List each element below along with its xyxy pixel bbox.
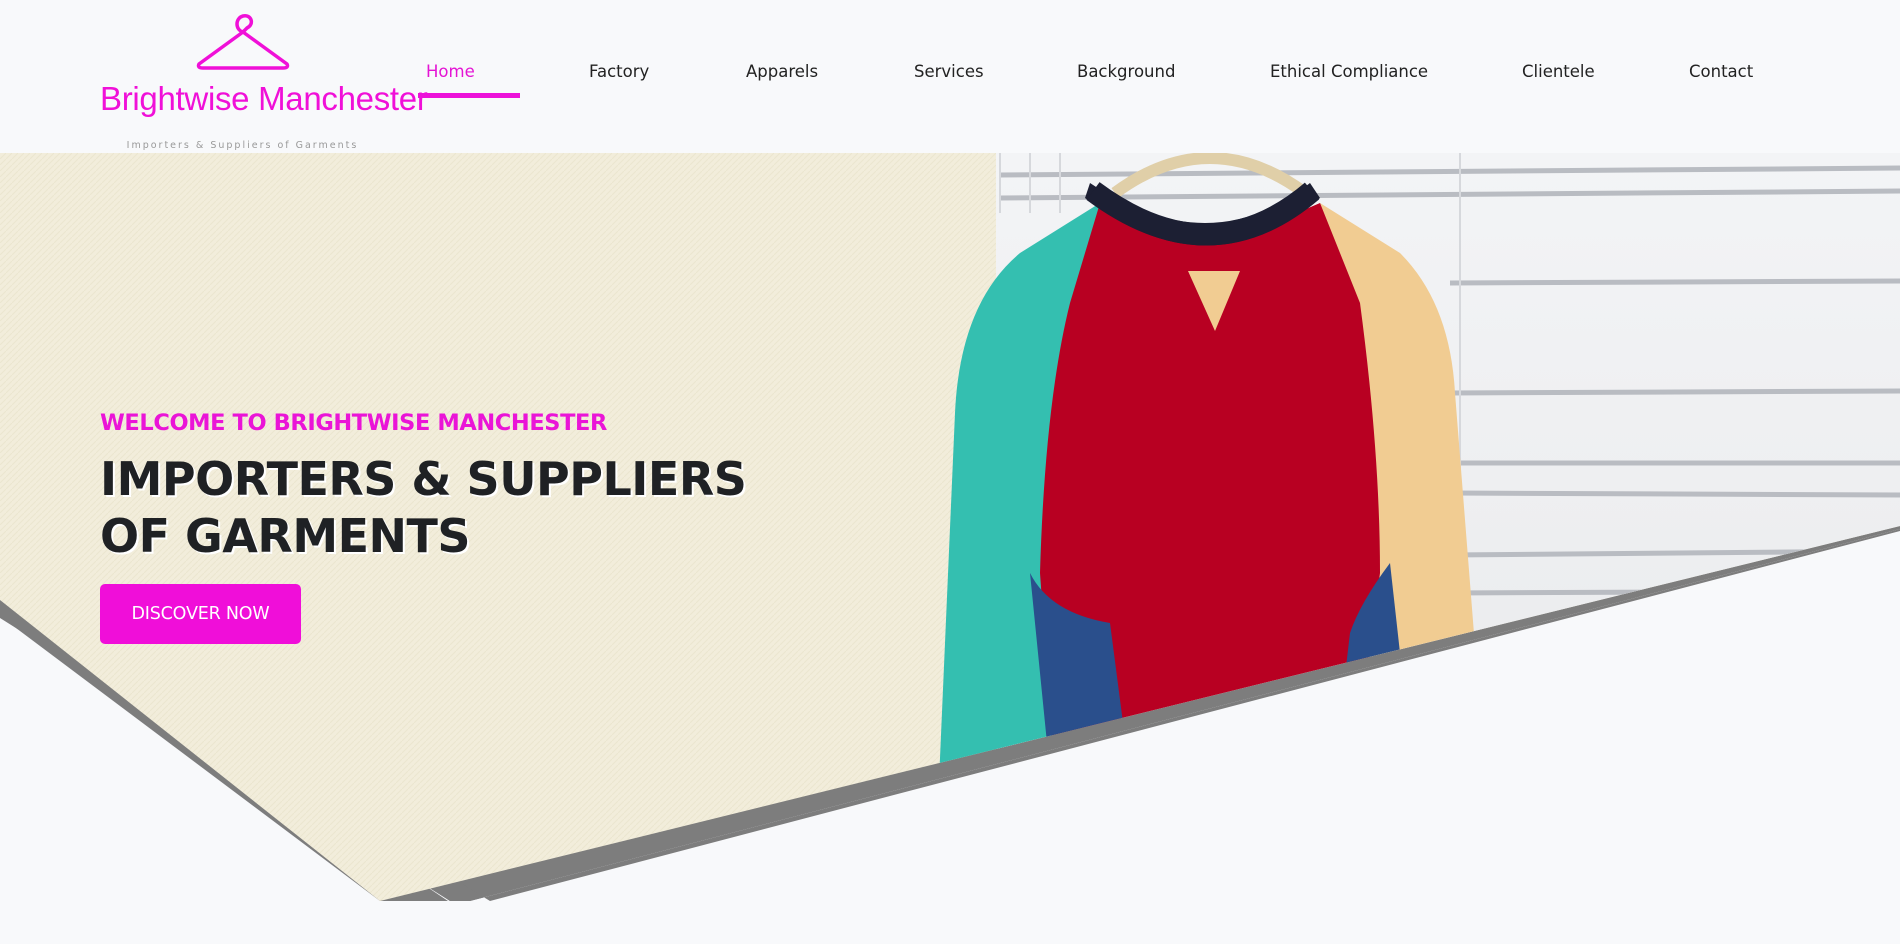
sweatshirt-on-hanger (935, 153, 1900, 901)
discover-now-button[interactable]: DISCOVER NOW (100, 584, 301, 644)
hero-headline: IMPORTERS & SUPPLIERS OF GARMENTS (100, 452, 747, 563)
nav-item-ethical-compliance[interactable]: Ethical Compliance (1270, 62, 1428, 81)
brand-name: Brightwise Manchester (100, 80, 428, 117)
nav-item-home[interactable]: Home (426, 62, 475, 81)
hero-section: WELCOME TO BRIGHTWISE MANCHESTER IMPORTE… (0, 153, 1900, 944)
nav-item-clientele[interactable]: Clientele (1522, 62, 1595, 81)
nav-item-contact[interactable]: Contact (1689, 62, 1753, 81)
hanger-icon (196, 14, 290, 70)
active-nav-indicator (418, 93, 520, 98)
nav-item-background[interactable]: Background (1077, 62, 1175, 81)
site-header: Brightwise Manchester Importers & Suppli… (0, 0, 1900, 153)
hero-eyebrow: WELCOME TO BRIGHTWISE MANCHESTER (100, 410, 607, 436)
nav-item-services[interactable]: Services (914, 62, 984, 81)
nav-item-apparels[interactable]: Apparels (746, 62, 818, 81)
brand-logo[interactable]: Brightwise Manchester Importers & Suppli… (100, 10, 428, 151)
nav-item-factory[interactable]: Factory (589, 62, 649, 81)
brand-tagline: Importers & Suppliers of Garments (126, 140, 359, 151)
